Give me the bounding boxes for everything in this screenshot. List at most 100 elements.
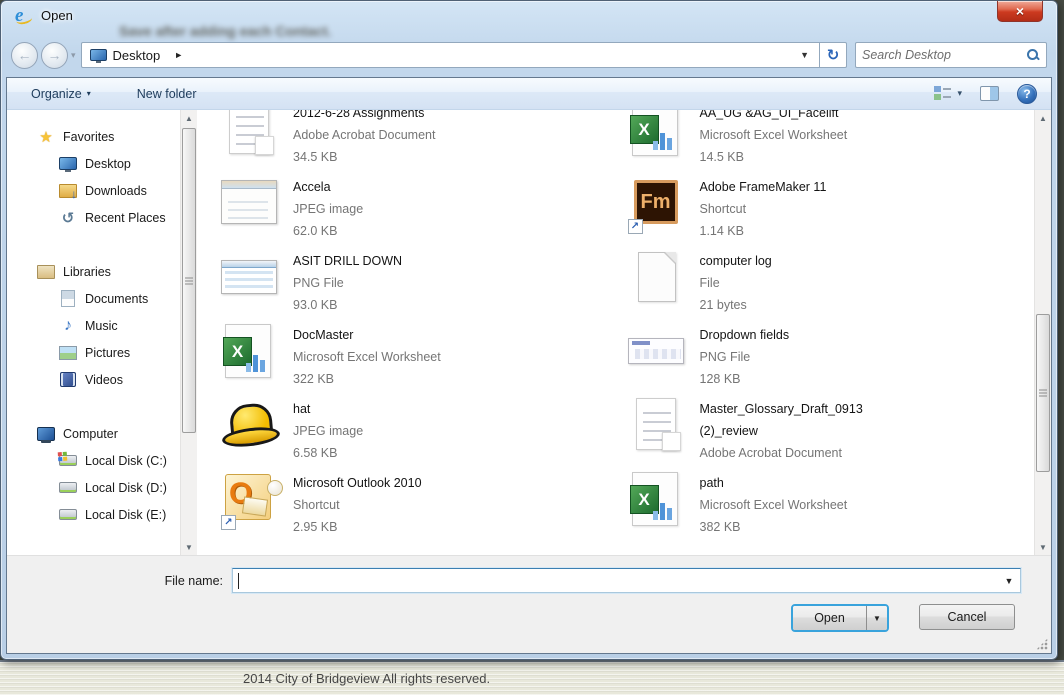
list-scroll-thumb[interactable]	[1036, 314, 1050, 472]
hat-icon	[221, 400, 277, 448]
sidebar-item-pictures[interactable]: Pictures	[7, 339, 180, 366]
file-name-input[interactable]	[233, 569, 998, 592]
shortcut-arrow-icon: ↗	[628, 219, 643, 234]
sidebar-item-music[interactable]: ♪Music	[7, 312, 180, 339]
file-name: AA_UG &AG_UI_Facelift	[700, 110, 848, 124]
refresh-icon: ↻	[827, 46, 840, 64]
excel-icon	[632, 472, 678, 526]
list-scroll-track[interactable]	[1035, 126, 1051, 539]
screenshot-c-icon	[628, 338, 684, 364]
page-background-footer: 2014 City of Bridgeview All rights reser…	[0, 660, 1064, 695]
sidebar-item-videos[interactable]: Videos	[7, 366, 180, 393]
sidebar-item-recent-places[interactable]: ↺ Recent Places	[7, 204, 180, 231]
fm-file-icon: ↗	[628, 174, 688, 234]
file-size: 14.5 KB	[700, 146, 848, 168]
file-text: hatJPEG image6.58 KB	[293, 396, 363, 464]
file-item-2012-6-28-assignments[interactable]: 2012-6-28 AssignmentsAdobe Acrobat Docum…	[221, 110, 628, 172]
sidebar-item-local-disk-d[interactable]: Local Disk (D:)	[7, 474, 180, 501]
address-dropdown-icon[interactable]: ▼	[796, 50, 813, 60]
open-split-button[interactable]: Open ▼	[791, 604, 889, 632]
sidebar-item-local-disk-c[interactable]: Local Disk (C:)	[7, 447, 180, 474]
views-icon	[934, 86, 951, 101]
refresh-button[interactable]: ↻	[820, 42, 847, 68]
file-item-master-glossary-draft-0913-2-review[interactable]: Master_Glossary_Draft_0913 (2)_reviewAdo…	[628, 394, 1035, 468]
preview-pane-button[interactable]	[980, 86, 999, 101]
resize-grip[interactable]	[1036, 638, 1048, 650]
sidebar-item-label: Pictures	[85, 346, 130, 360]
close-button[interactable]: ×	[997, 1, 1043, 22]
monitor-icon	[59, 155, 77, 173]
scroll-up-icon[interactable]: ▲	[181, 110, 197, 126]
breadcrumb-location[interactable]: Desktop	[113, 48, 161, 63]
computer-icon	[37, 425, 55, 443]
file-item-adobe-framemaker-11[interactable]: ↗Adobe FrameMaker 11Shortcut1.14 KB	[628, 172, 1035, 246]
file-item-dropdown-fields[interactable]: Dropdown fieldsPNG File128 KB	[628, 320, 1035, 394]
cancel-button[interactable]: Cancel	[919, 604, 1015, 630]
sidebar-scroll-thumb[interactable]	[182, 128, 196, 433]
search-input[interactable]	[862, 48, 1026, 62]
navigation-bar: ← → ▾ Desktop ► ▼ ↻	[11, 39, 1047, 71]
file-type: File	[700, 272, 772, 294]
file-text: pathMicrosoft Excel Worksheet382 KB	[700, 470, 848, 538]
breadcrumb-arrow-icon[interactable]: ►	[174, 50, 183, 60]
videos-icon	[59, 371, 77, 389]
sidebar-item-favorites[interactable]: ★Favorites	[7, 123, 180, 150]
change-view-button[interactable]: ▾	[934, 86, 962, 101]
screenshot-b-icon	[221, 260, 277, 294]
file-item-path[interactable]: pathMicrosoft Excel Worksheet382 KB	[628, 468, 1035, 542]
file-size: 1.14 KB	[700, 220, 827, 242]
search-box[interactable]	[855, 42, 1047, 68]
file-size: 6.58 KB	[293, 442, 363, 464]
file-item-aa-ug-ag-ui-facelift[interactable]: AA_UG &AG_UI_FaceliftMicrosoft Excel Wor…	[628, 110, 1035, 172]
search-icon[interactable]	[1026, 48, 1040, 62]
open-button[interactable]: Open	[793, 606, 867, 630]
file-name-dropdown-icon[interactable]: ▼	[998, 576, 1020, 586]
file-text: AccelaJPEG image62.0 KB	[293, 174, 363, 242]
file-item-docmaster[interactable]: DocMasterMicrosoft Excel Worksheet322 KB	[221, 320, 628, 394]
help-button[interactable]: ?	[1017, 84, 1037, 104]
file-name: Master_Glossary_Draft_0913 (2)_review	[700, 398, 925, 442]
back-button[interactable]: ←	[11, 42, 38, 69]
sidebar-item-computer[interactable]: Computer	[7, 420, 180, 447]
forward-button[interactable]: →	[41, 42, 68, 69]
cancel-button-label: Cancel	[948, 610, 987, 624]
scroll-down-icon[interactable]: ▼	[181, 539, 197, 555]
file-type: Microsoft Excel Worksheet	[293, 346, 441, 368]
excel-icon	[632, 110, 678, 156]
file-size: 128 KB	[700, 368, 790, 390]
sidebar-item-local-disk-e[interactable]: Local Disk (E:)	[7, 501, 180, 528]
desktop-location-icon	[90, 49, 107, 61]
file-item-accela[interactable]: AccelaJPEG image62.0 KB	[221, 172, 628, 246]
scroll-up-icon[interactable]: ▲	[1035, 110, 1051, 126]
open-dropdown-button[interactable]: ▼	[867, 606, 887, 630]
file-name-combo[interactable]: ▼	[232, 568, 1021, 593]
recent-pages-chevron-icon[interactable]: ▾	[71, 50, 76, 61]
dialog-client-area: Organize ▾ New folder ▾ ? ★FavoritesDesk…	[6, 77, 1052, 654]
dialog-bottom-bar: File name: ▼ Open ▼ Cancel	[7, 555, 1051, 653]
organize-label: Organize	[31, 87, 82, 101]
file-list-scrollbar[interactable]: ▲ ▼	[1034, 110, 1051, 555]
scroll-down-icon[interactable]: ▼	[1035, 539, 1051, 555]
sidebar-item-desktop[interactable]: Desktop	[7, 150, 180, 177]
file-item-microsoft-outlook-2010[interactable]: ↗Microsoft Outlook 2010Shortcut2.95 KB	[221, 468, 628, 542]
address-bar[interactable]: Desktop ► ▼	[81, 42, 820, 68]
file-item-asit-drill-down[interactable]: ASIT DRILL DOWNPNG File93.0 KB	[221, 246, 628, 320]
open-dialog: e Open Save after adding each Contact. ×…	[0, 0, 1058, 660]
sidebar-item-downloads[interactable]: Downloads	[7, 177, 180, 204]
file-size: 62.0 KB	[293, 220, 363, 242]
file-item-hat[interactable]: hatJPEG image6.58 KB	[221, 394, 628, 468]
sidebar-item-libraries[interactable]: Libraries	[7, 258, 180, 285]
window-title: Open	[41, 8, 73, 23]
recent-icon: ↺	[59, 209, 77, 227]
sidebar-item-label: Recent Places	[85, 211, 166, 225]
titlebar[interactable]: e Open Save after adding each Contact. ×	[1, 1, 1057, 31]
organize-button[interactable]: Organize ▾	[21, 83, 101, 105]
file-item-computer-log[interactable]: computer logFile21 bytes	[628, 246, 1035, 320]
file-type: Microsoft Excel Worksheet	[700, 124, 848, 146]
sidebar-item-documents[interactable]: Documents	[7, 285, 180, 312]
file-text: Master_Glossary_Draft_0913 (2)_reviewAdo…	[700, 396, 925, 464]
file-name: DocMaster	[293, 324, 441, 346]
new-folder-button[interactable]: New folder	[127, 83, 207, 105]
sidebar-scroll-track[interactable]	[181, 126, 197, 539]
sidebar-scrollbar[interactable]: ▲ ▼	[180, 110, 197, 555]
